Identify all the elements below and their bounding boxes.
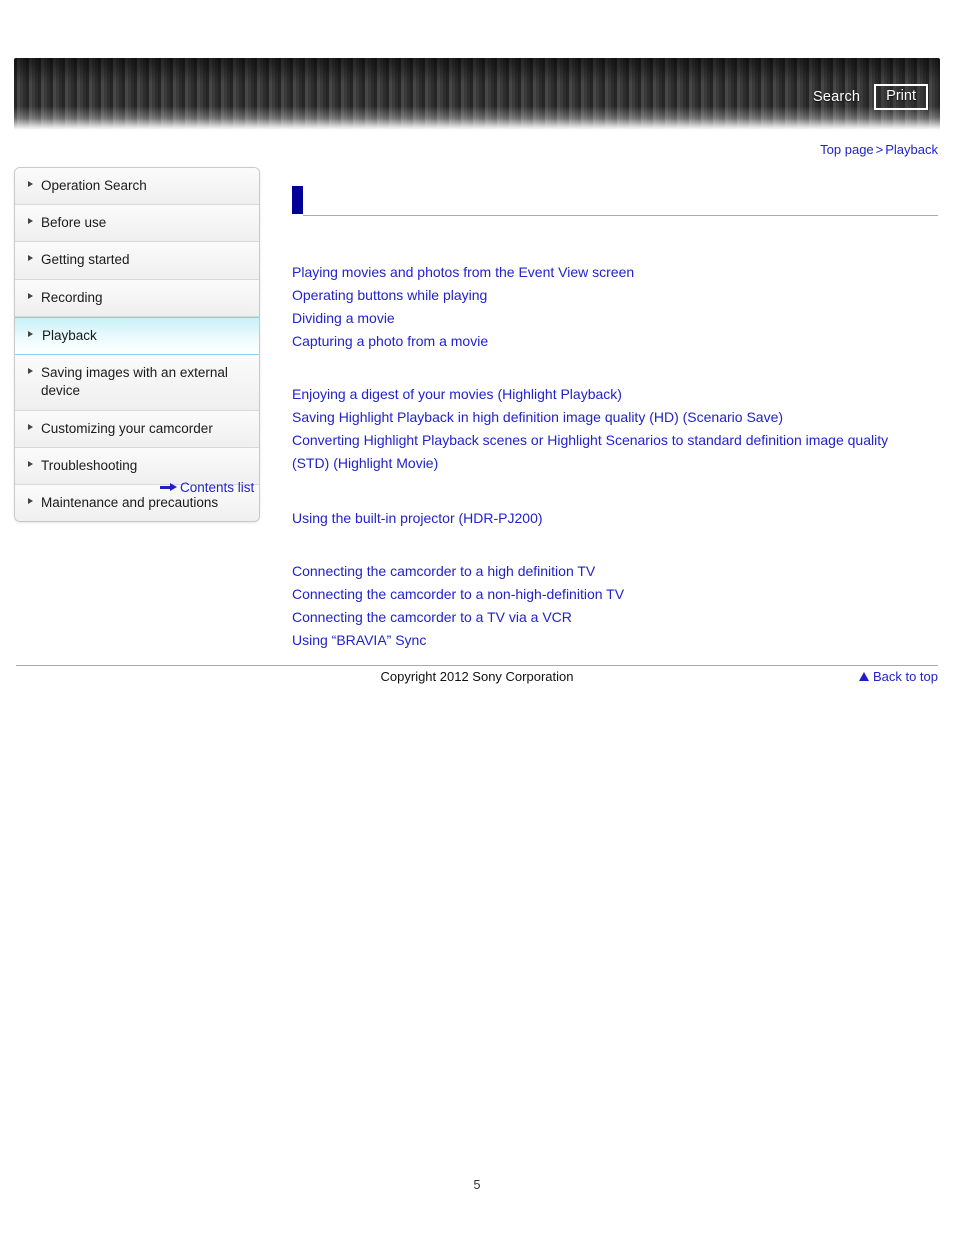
sidebar-item-label: Before use — [41, 215, 107, 231]
breadcrumb-current[interactable]: Playback — [885, 142, 938, 157]
sidebar-navigation: Operation Search Before use Getting star… — [14, 167, 260, 523]
breadcrumb: Top page > Playback — [820, 142, 938, 157]
sidebar-item-label: Getting started — [41, 252, 130, 268]
link-bravia-sync[interactable]: Using “BRAVIA” Sync — [292, 629, 922, 652]
heading-marker — [292, 186, 303, 214]
page-number: 5 — [473, 1178, 481, 1192]
sidebar-item-playback[interactable]: Playback — [15, 316, 259, 356]
link-dividing-movie[interactable]: Dividing a movie — [292, 307, 922, 330]
link-converting-highlight-std[interactable]: Converting Highlight Playback scenes or … — [292, 429, 922, 475]
link-group-playback-basics: Playing movies and photos from the Event… — [292, 261, 938, 353]
sidebar-item-label: Maintenance and precautions — [41, 494, 219, 510]
contents-list-link[interactable]: Contents list — [160, 480, 254, 495]
triangle-right-icon — [28, 460, 33, 467]
triangle-right-icon — [28, 423, 33, 430]
sidebar-item-label: Customizing your camcorder — [41, 420, 213, 436]
header-actions: Search Print — [813, 84, 928, 110]
triangle-right-icon — [28, 497, 33, 504]
page-title — [303, 186, 938, 216]
page-heading — [292, 186, 938, 216]
triangle-right-icon — [28, 330, 33, 337]
sidebar-item-before-use[interactable]: Before use — [15, 205, 259, 243]
sidebar-item-label: Recording — [41, 289, 103, 305]
link-group-tv-connection: Connecting the camcorder to a high defin… — [292, 560, 938, 652]
header-banner: Search Print — [14, 58, 940, 130]
footer-divider — [16, 665, 938, 666]
link-saving-highlight-hd[interactable]: Saving Highlight Playback in high defini… — [292, 406, 922, 429]
triangle-right-icon — [28, 218, 33, 225]
sidebar-item-label: Operation Search — [41, 178, 147, 193]
sidebar-item-label: Troubleshooting — [41, 457, 138, 473]
breadcrumb-separator: > — [875, 142, 884, 157]
link-group-highlight-playback: Enjoying a digest of your movies (Highli… — [292, 383, 938, 475]
link-built-in-projector[interactable]: Using the built-in projector (HDR-PJ200) — [292, 507, 922, 530]
link-connect-tv-vcr[interactable]: Connecting the camcorder to a TV via a V… — [292, 606, 922, 629]
arrow-right-icon — [160, 483, 177, 492]
sidebar-item-customizing[interactable]: Customizing your camcorder — [15, 410, 259, 448]
sidebar-item-saving-images[interactable]: Saving images with an external device — [15, 355, 259, 411]
copyright-text: Copyright 2012 Sony Corporation — [380, 669, 574, 684]
search-link[interactable]: Search — [813, 89, 860, 105]
link-enjoying-digest[interactable]: Enjoying a digest of your movies (Highli… — [292, 383, 922, 406]
sidebar-item-getting-started[interactable]: Getting started — [15, 242, 259, 280]
breadcrumb-top-page[interactable]: Top page — [820, 142, 874, 157]
triangle-right-icon — [28, 181, 33, 187]
sidebar-item-label: Playback — [42, 327, 97, 343]
triangle-right-icon — [28, 255, 33, 262]
link-connect-non-hd-tv[interactable]: Connecting the camcorder to a non-high-d… — [292, 583, 922, 606]
link-capturing-photo[interactable]: Capturing a photo from a movie — [292, 330, 922, 353]
sidebar-item-label: Saving images with an external device — [41, 365, 228, 399]
link-group-projector: Using the built-in projector (HDR-PJ200) — [292, 507, 938, 530]
link-playing-movies-photos[interactable]: Playing movies and photos from the Event… — [292, 261, 922, 284]
print-button[interactable]: Print — [874, 84, 928, 110]
triangle-right-icon — [28, 368, 33, 375]
link-operating-buttons[interactable]: Operating buttons while playing — [292, 284, 922, 307]
contents-list-label: Contents list — [180, 480, 255, 495]
sidebar-item-recording[interactable]: Recording — [15, 279, 259, 317]
link-connect-hd-tv[interactable]: Connecting the camcorder to a high defin… — [292, 560, 922, 583]
sidebar-item-operation-search[interactable]: Operation Search — [15, 168, 259, 206]
main-content: Playing movies and photos from the Event… — [292, 186, 938, 684]
triangle-right-icon — [28, 292, 33, 299]
